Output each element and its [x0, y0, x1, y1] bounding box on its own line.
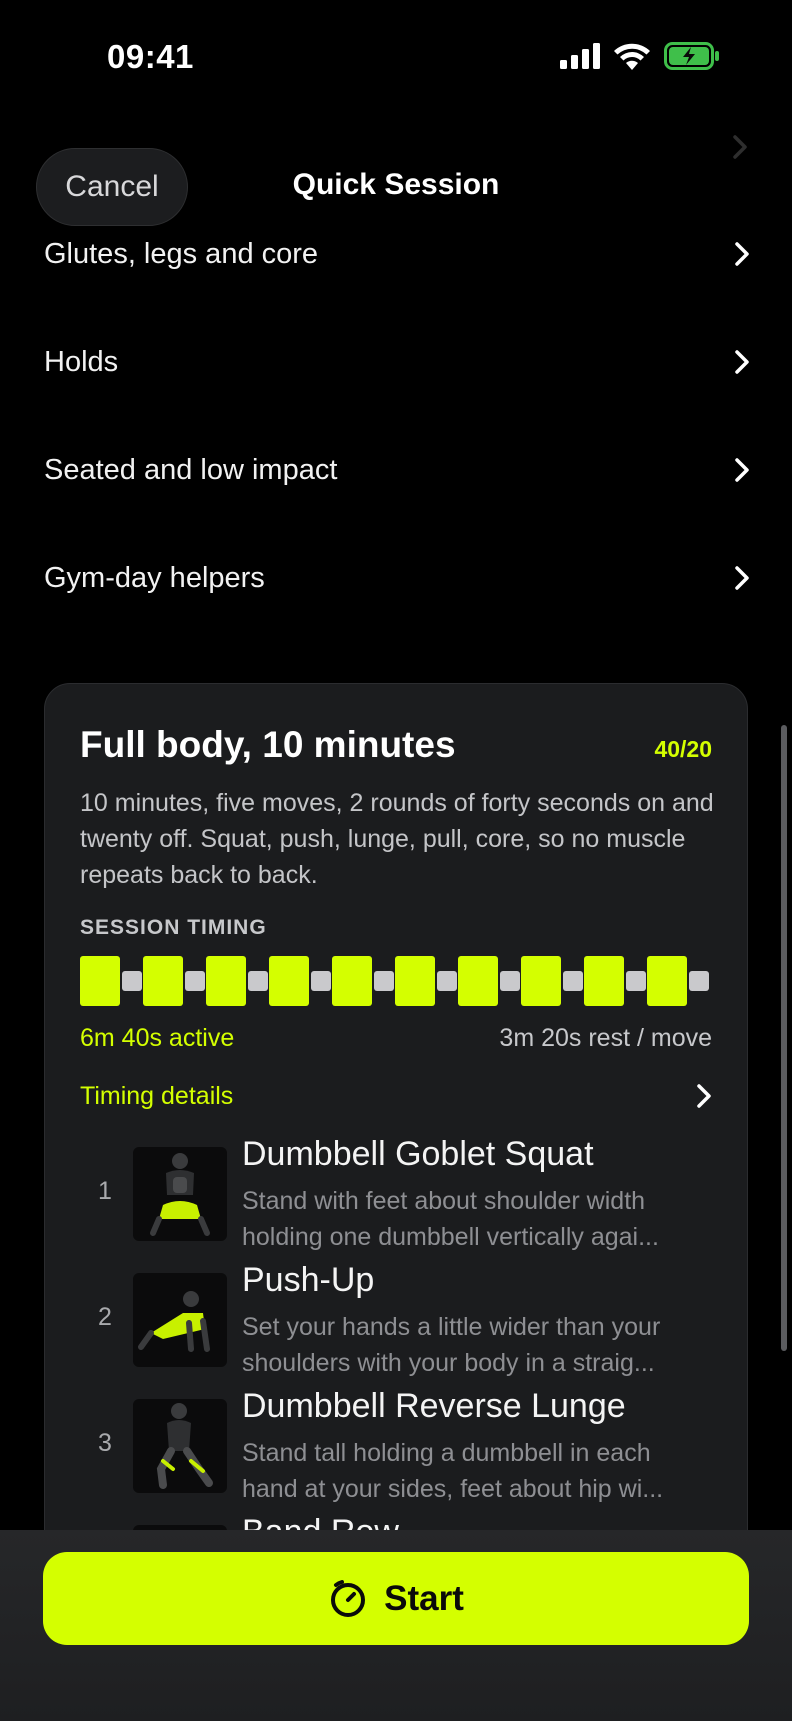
exercise-description: Stand with feet about shoulder width hol…	[242, 1183, 712, 1255]
exercise-description-line: holding one dumbbell vertically agai...	[242, 1223, 659, 1251]
timing-rest-block	[248, 971, 268, 991]
timing-active-block	[395, 956, 435, 1006]
exercise-name: Dumbbell Goblet Squat	[242, 1135, 594, 1173]
start-button[interactable]: Start	[43, 1552, 749, 1645]
timer-icon	[331, 1579, 366, 1617]
exercise-description: Set your hands a little wider than your …	[242, 1309, 712, 1381]
timing-details-label: Timing details	[80, 1081, 234, 1110]
active-time-summary: 6m 40s active	[80, 1024, 235, 1052]
category-label: Seated and low impact	[44, 453, 338, 486]
timing-active-block	[269, 956, 309, 1006]
timing-active-block	[143, 956, 183, 1006]
timing-rest-block	[122, 971, 142, 991]
interval-badge: 40/20	[654, 736, 712, 762]
timing-rest-block	[185, 971, 205, 991]
bottom-action-bar: Start	[0, 1530, 792, 1721]
category-row-glutes-legs-core[interactable]: Glutes, legs and core	[44, 224, 750, 284]
exercise-thumbnail	[133, 1147, 227, 1241]
exercise-index: 3	[98, 1429, 112, 1457]
session-title: Full body, 10 minutes	[80, 724, 456, 765]
chevron-right-icon	[733, 135, 747, 159]
chevron-right-icon	[735, 242, 749, 266]
timing-rest-block	[311, 971, 331, 991]
exercise-description-line: hand at your sides, feet about hip wi...	[242, 1475, 664, 1503]
category-label: Gym-day helpers	[44, 561, 265, 594]
timing-rest-block	[500, 971, 520, 991]
page-title: Quick Session	[292, 168, 500, 201]
section-label-timing: SESSION TIMING	[80, 916, 267, 939]
category-label: Holds	[44, 345, 119, 378]
status-bar: 09:41	[0, 0, 792, 110]
exercise-name: Dumbbell Reverse Lunge	[242, 1387, 626, 1425]
chevron-right-icon	[735, 458, 749, 482]
exercise-description-line: Stand tall holding a dumbbell in each	[242, 1439, 651, 1467]
exercise-row[interactable]: 2 Push-Up Set your hands a little wider …	[45, 1261, 749, 1377]
timing-rest-block	[626, 971, 646, 991]
timing-rest-block	[437, 971, 457, 991]
timing-rest-block	[374, 971, 394, 991]
status-icons	[560, 42, 720, 70]
scroll-indicator[interactable]	[781, 725, 787, 1351]
cellular-signal-icon	[560, 43, 600, 69]
timing-active-block	[584, 956, 624, 1006]
exercise-index: 2	[98, 1303, 112, 1331]
exercise-description-line: shoulders with your body in a straig...	[242, 1349, 655, 1377]
exercise-name: Push-Up	[242, 1261, 375, 1299]
squat-figure-icon	[150, 1153, 210, 1236]
battery-charging-icon	[664, 42, 719, 70]
lunge-figure-icon	[156, 1403, 213, 1489]
timing-rest-block	[563, 971, 583, 991]
category-row-gym-day-helpers[interactable]: Gym-day helpers	[44, 548, 750, 608]
wifi-icon	[614, 43, 650, 70]
start-button-label: Start	[384, 1578, 464, 1618]
category-row-holds[interactable]: Holds	[44, 332, 750, 392]
session-description: 10 minutes, five moves, 2 rounds of fort…	[80, 789, 714, 889]
category-label: Glutes, legs and core	[44, 237, 319, 270]
status-time: 09:41	[107, 38, 194, 75]
timing-active-block	[458, 956, 498, 1006]
rest-time-summary: 3m 20s rest / move	[499, 1024, 712, 1052]
exercise-thumbnail	[133, 1273, 227, 1367]
timing-details-link[interactable]: Timing details	[80, 1076, 712, 1116]
chevron-right-icon	[735, 566, 749, 590]
timing-active-block	[521, 956, 561, 1006]
exercise-row[interactable]: 1 Dumbbell Goblet Squat Stand with feet …	[45, 1135, 749, 1251]
exercise-thumbnail	[133, 1399, 227, 1493]
exercise-description-line: Stand with feet about shoulder width	[242, 1187, 646, 1215]
chevron-right-icon	[735, 350, 749, 374]
exercise-index: 1	[98, 1177, 112, 1205]
timing-bar	[80, 956, 712, 1006]
chevron-right-icon	[697, 1084, 711, 1108]
timing-active-block	[647, 956, 687, 1006]
category-row-seated-low-impact[interactable]: Seated and low impact	[44, 440, 750, 500]
timing-rest-block	[689, 971, 709, 991]
exercise-row[interactable]: 3 Dumbbell Reverse Lunge Stand tall hold…	[45, 1387, 749, 1503]
timing-active-block	[80, 956, 120, 1006]
exercise-description: Stand tall holding a dumbbell in each ha…	[242, 1435, 712, 1507]
timing-active-block	[332, 956, 372, 1006]
exercise-description-line: Set your hands a little wider than your	[242, 1313, 661, 1341]
timing-active-block	[206, 956, 246, 1006]
push-up-figure-icon	[138, 1291, 210, 1352]
